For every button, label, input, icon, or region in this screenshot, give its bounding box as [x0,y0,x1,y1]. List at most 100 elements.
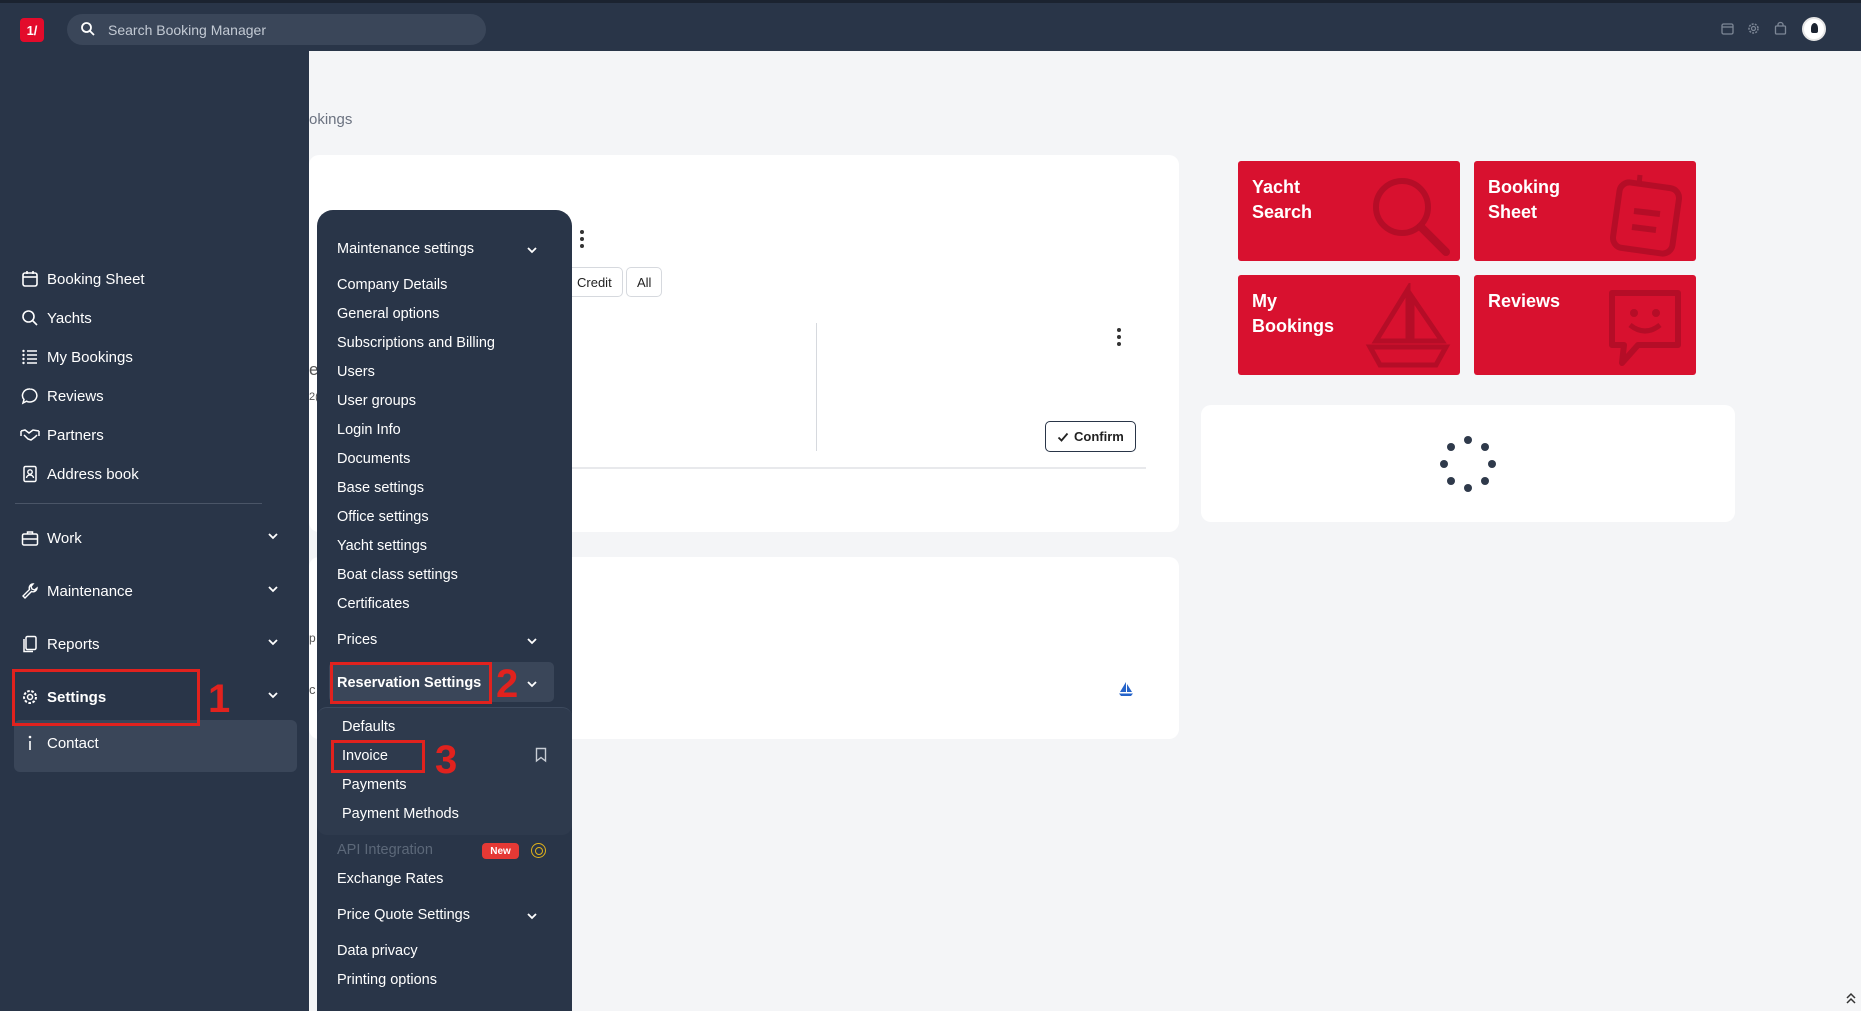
tile-booking-sheet[interactable]: Booking Sheet [1474,161,1696,261]
menu-item-login-info[interactable]: Login Info [337,420,401,440]
sidebar-item-my-bookings[interactable]: My Bookings [20,342,280,372]
text-fragment: c [309,682,316,697]
menu-item-price-quote-settings[interactable]: Price Quote Settings [337,905,470,925]
menu-item-general-options[interactable]: General options [337,304,439,324]
menu-item-user-groups[interactable]: User groups [337,391,416,411]
row-divider [572,467,1146,469]
sailboat-icon [1365,283,1451,368]
sidebar-item-label: Reports [47,635,100,653]
sidebar-item-label: Contact [47,734,99,752]
menu-item-exchange-rates[interactable]: Exchange Rates [337,869,443,889]
top-bar: 1/ Search Booking Manager [0,0,1861,51]
briefcase-icon [20,528,40,548]
menu-item-yacht-settings[interactable]: Yacht settings [337,536,427,556]
menu-item-office-settings[interactable]: Office settings [337,507,429,527]
row-options-button[interactable] [1107,325,1131,349]
sidebar-item-label: Maintenance [47,582,133,600]
sidebar-item-yachts[interactable]: Yachts [20,303,280,333]
list-icon [20,347,40,367]
sidebar-item-label: Work [47,529,82,547]
loading-spinner [1438,434,1498,494]
annotation-number-2: 2 [496,662,519,706]
search-icon [20,308,40,328]
more-options-button[interactable] [570,227,594,251]
tile-label: Reviews [1488,291,1561,311]
sidebar-item-booking-sheet[interactable]: Booking Sheet [20,264,280,294]
smile-chat-icon [1609,290,1681,366]
bag-icon[interactable] [1773,21,1788,36]
chevron-down-icon [268,533,278,540]
sidebar-item-contact[interactable]: Contact [20,728,280,758]
address-book-icon [20,464,40,484]
handshake-icon [20,425,40,445]
search-box[interactable]: Search Booking Manager [67,14,486,45]
annotation-number-1: 1 [208,677,231,721]
calendar-icon[interactable] [1720,21,1735,36]
menu-item-company-details[interactable]: Company Details [337,275,447,295]
text-fragment: p [309,631,316,645]
tile-my-bookings[interactable]: My Bookings [1238,275,1460,375]
sidebar-group-work[interactable]: Work [20,523,280,553]
tile-reviews[interactable]: Reviews [1474,275,1696,375]
tile-label: Booking Sheet [1488,177,1560,222]
submenu-item-payments[interactable]: Payments [342,775,406,795]
sidebar-item-address-book[interactable]: Address book [20,459,280,489]
new-badge: New [482,843,519,859]
user-avatar[interactable] [1802,17,1826,41]
settings-flyout-menu: Maintenance settings Company Details Gen… [317,210,572,1011]
breadcrumb[interactable]: okings [309,111,352,128]
magnifier-icon [1373,178,1450,256]
menu-item-prices[interactable]: Prices [337,630,377,650]
menu-item-boat-class-settings[interactable]: Boat class settings [337,565,458,585]
filter-all[interactable]: All [626,267,663,297]
chevron-down-icon [268,586,278,593]
sidebar-divider [15,503,262,504]
sidebar-item-partners[interactable]: Partners [20,420,280,450]
logo-text: 1/ [26,22,38,38]
submenu-item-defaults[interactable]: Defaults [342,717,395,737]
search-icon [81,22,95,36]
wrench-icon [20,581,40,601]
menu-item-data-privacy[interactable]: Data privacy [337,941,418,961]
annotation-number-3: 3 [435,738,458,782]
sailboat-icon [1119,682,1133,696]
menu-item-api-integration[interactable]: API Integration [337,840,433,860]
calendar-icon [20,269,40,289]
sidebar-item-reviews[interactable]: Reviews [20,381,280,411]
tile-label: Yacht Search [1252,177,1313,222]
filter-credit[interactable]: Credit [566,267,623,297]
chevron-down-icon [527,681,537,688]
confirm-button[interactable]: Confirm [1045,421,1136,452]
coin-icon [531,843,546,858]
menu-item-documents[interactable]: Documents [337,449,410,469]
gear-icon[interactable] [1746,21,1761,36]
annotation-box-3 [331,740,425,773]
chevron-down-icon [527,913,537,920]
menu-item-printing-options[interactable]: Printing options [337,970,437,990]
annotation-box-2 [330,662,492,704]
chevron-down-icon [527,638,537,645]
bookmark-icon[interactable] [535,747,547,763]
sidebar-group-maintenance[interactable]: Maintenance [20,576,280,606]
scroll-to-top-icon[interactable] [1845,991,1857,1005]
annotation-box-1 [12,669,200,726]
confirm-label: Confirm [1074,429,1124,444]
submenu-item-payment-methods[interactable]: Payment Methods [342,804,459,824]
info-icon [20,733,40,753]
sidebar: Booking Sheet Yachts My Bookings Reviews… [0,51,309,1011]
sidebar-item-label: Booking Sheet [47,270,145,288]
chat-icon [20,386,40,406]
sidebar-item-label: Partners [47,426,104,444]
chevron-down-icon [268,692,278,699]
menu-item-users[interactable]: Users [337,362,375,382]
sidebar-group-reports[interactable]: Reports [20,629,280,659]
robot-icon [1609,174,1683,257]
tile-yacht-search[interactable]: Yacht Search [1238,161,1460,261]
menu-item-base-settings[interactable]: Base settings [337,478,424,498]
app-logo[interactable]: 1/ [20,18,44,42]
menu-item-maintenance-settings[interactable]: Maintenance settings [337,239,474,259]
menu-item-certificates[interactable]: Certificates [337,594,410,614]
chevron-down-icon [527,247,537,254]
documents-icon [20,634,40,654]
menu-item-subscriptions-billing[interactable]: Subscriptions and Billing [337,333,495,353]
